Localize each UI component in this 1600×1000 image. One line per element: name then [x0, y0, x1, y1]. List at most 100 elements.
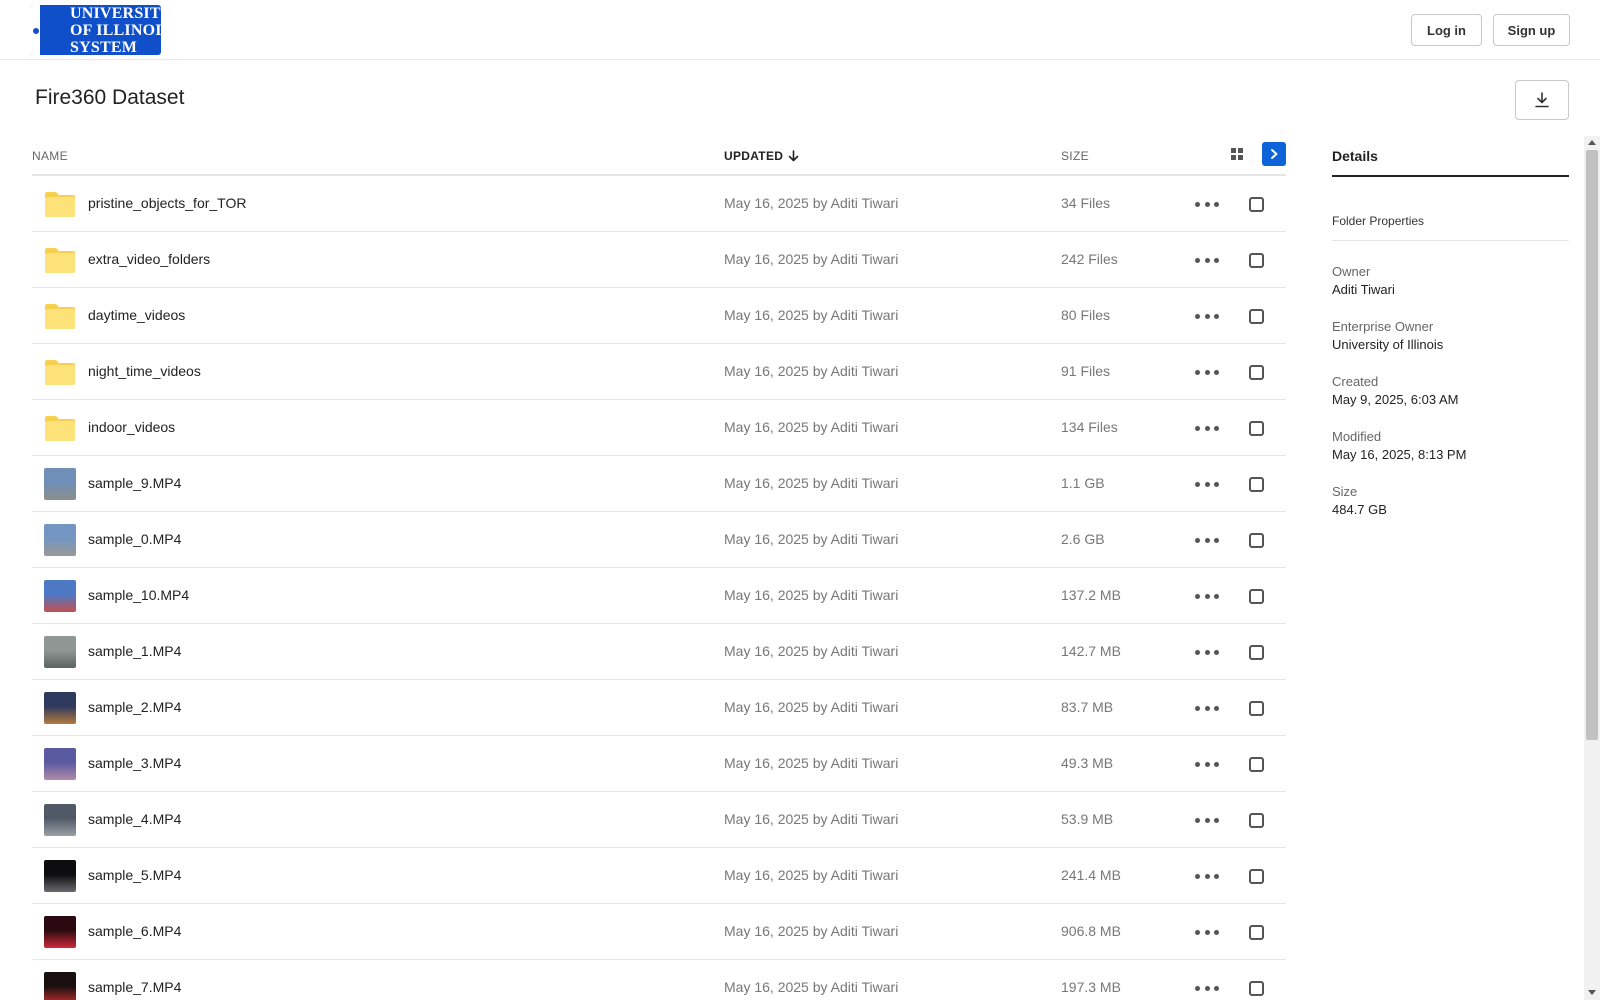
column-header-name[interactable]: NAME [32, 149, 68, 163]
table-row[interactable]: indoor_videos May 16, 2025 by Aditi Tiwa… [32, 400, 1286, 456]
more-options-icon[interactable] [1195, 196, 1219, 212]
details-panel-toggle[interactable] [1262, 142, 1286, 166]
more-options-icon[interactable] [1195, 868, 1219, 884]
item-name[interactable]: sample_5.MP4 [88, 867, 181, 883]
select-checkbox[interactable] [1249, 981, 1264, 996]
item-name[interactable]: sample_4.MP4 [88, 811, 181, 827]
select-checkbox[interactable] [1249, 365, 1264, 380]
folder-icon [45, 360, 75, 385]
folder-icon [45, 192, 75, 217]
property-value: University of Illinois [1332, 337, 1444, 352]
table-row[interactable]: sample_9.MP4 May 16, 2025 by Aditi Tiwar… [32, 456, 1286, 512]
table-row[interactable]: night_time_videos May 16, 2025 by Aditi … [32, 344, 1286, 400]
item-name[interactable]: sample_7.MP4 [88, 979, 181, 995]
item-updated: May 16, 2025 by Aditi Tiwari [724, 251, 899, 267]
item-updated: May 16, 2025 by Aditi Tiwari [724, 475, 899, 491]
item-name[interactable]: extra_video_folders [88, 251, 210, 267]
more-options-icon[interactable] [1195, 476, 1219, 492]
video-thumbnail [44, 748, 76, 780]
item-updated: May 16, 2025 by Aditi Tiwari [724, 923, 899, 939]
table-row[interactable]: sample_3.MP4 May 16, 2025 by Aditi Tiwar… [32, 736, 1286, 792]
more-options-icon[interactable] [1195, 532, 1219, 548]
table-row[interactable]: pristine_objects_for_TOR May 16, 2025 by… [32, 176, 1286, 232]
download-button[interactable] [1515, 80, 1569, 120]
login-button[interactable]: Log in [1411, 14, 1482, 46]
more-options-icon[interactable] [1195, 644, 1219, 660]
item-name[interactable]: pristine_objects_for_TOR [88, 195, 246, 211]
item-updated: May 16, 2025 by Aditi Tiwari [724, 979, 899, 995]
table-row[interactable]: sample_0.MP4 May 16, 2025 by Aditi Tiwar… [32, 512, 1286, 568]
more-options-icon[interactable] [1195, 308, 1219, 324]
more-options-icon[interactable] [1195, 756, 1219, 772]
item-name[interactable]: sample_1.MP4 [88, 643, 181, 659]
table-row[interactable]: sample_4.MP4 May 16, 2025 by Aditi Tiwar… [32, 792, 1286, 848]
more-options-icon[interactable] [1195, 924, 1219, 940]
item-name[interactable]: sample_10.MP4 [88, 587, 189, 603]
chevron-right-icon [1271, 149, 1278, 159]
university-logo[interactable]: UNIVERSITY OF ILLINOIS SYSTEM [30, 5, 161, 55]
item-size: 91 Files [1061, 363, 1111, 379]
select-checkbox[interactable] [1249, 869, 1264, 884]
select-checkbox[interactable] [1249, 925, 1264, 940]
grid-view-button[interactable] [1230, 147, 1246, 163]
select-checkbox[interactable] [1249, 813, 1264, 828]
more-options-icon[interactable] [1195, 364, 1219, 380]
select-checkbox[interactable] [1249, 309, 1264, 324]
item-name[interactable]: sample_2.MP4 [88, 699, 181, 715]
tab-details[interactable]: Details [1332, 136, 1569, 177]
table-row[interactable]: sample_10.MP4 May 16, 2025 by Aditi Tiwa… [32, 568, 1286, 624]
select-checkbox[interactable] [1249, 197, 1264, 212]
property-label: Size [1332, 484, 1358, 499]
item-size: 2.6 GB [1061, 531, 1105, 547]
select-checkbox[interactable] [1249, 421, 1264, 436]
column-header-updated[interactable]: UPDATED [724, 149, 799, 163]
item-name[interactable]: indoor_videos [88, 419, 175, 435]
item-name[interactable]: sample_3.MP4 [88, 755, 181, 771]
property-item: Enterprise Owner University of Illinois [1332, 318, 1569, 354]
more-options-icon[interactable] [1195, 812, 1219, 828]
signup-button[interactable]: Sign up [1493, 14, 1570, 46]
item-updated: May 16, 2025 by Aditi Tiwari [724, 195, 899, 211]
select-checkbox[interactable] [1249, 589, 1264, 604]
item-size: 241.4 MB [1061, 867, 1121, 883]
property-value: 484.7 GB [1332, 502, 1387, 517]
select-checkbox[interactable] [1249, 253, 1264, 268]
item-size: 49.3 MB [1061, 755, 1114, 771]
select-checkbox[interactable] [1249, 757, 1264, 772]
property-label: Enterprise Owner [1332, 319, 1434, 334]
more-options-icon[interactable] [1195, 420, 1219, 436]
table-row[interactable]: sample_7.MP4 May 16, 2025 by Aditi Tiwar… [32, 960, 1286, 1000]
table-row[interactable]: sample_2.MP4 May 16, 2025 by Aditi Tiwar… [32, 680, 1286, 736]
table-row[interactable]: daytime_videos May 16, 2025 by Aditi Tiw… [32, 288, 1286, 344]
column-header-size[interactable]: SIZE [1061, 149, 1089, 163]
download-icon [1535, 92, 1549, 108]
select-checkbox[interactable] [1249, 477, 1264, 492]
select-checkbox[interactable] [1249, 533, 1264, 548]
more-options-icon[interactable] [1195, 588, 1219, 604]
more-options-icon[interactable] [1195, 700, 1219, 716]
scroll-down-arrow[interactable] [1588, 990, 1596, 995]
properties-list: Owner Aditi Tiwari Enterprise Owner Unive… [1332, 263, 1569, 519]
column-header-updated-label: UPDATED [724, 149, 784, 163]
folder-properties-heading: Folder Properties [1332, 214, 1569, 241]
item-name[interactable]: sample_0.MP4 [88, 531, 181, 547]
select-checkbox[interactable] [1249, 645, 1264, 660]
more-options-icon[interactable] [1195, 252, 1219, 268]
table-row[interactable]: extra_video_folders May 16, 2025 by Adit… [32, 232, 1286, 288]
item-size: 134 Files [1061, 419, 1118, 435]
more-options-icon[interactable] [1195, 980, 1219, 996]
table-row[interactable]: sample_6.MP4 May 16, 2025 by Aditi Tiwar… [32, 904, 1286, 960]
table-row[interactable]: sample_1.MP4 May 16, 2025 by Aditi Tiwar… [32, 624, 1286, 680]
scroll-up-arrow[interactable] [1588, 140, 1596, 145]
table-row[interactable]: sample_5.MP4 May 16, 2025 by Aditi Tiwar… [32, 848, 1286, 904]
item-name[interactable]: sample_6.MP4 [88, 923, 181, 939]
video-thumbnail [44, 972, 76, 1000]
select-checkbox[interactable] [1249, 701, 1264, 716]
item-size: 137.2 MB [1061, 587, 1121, 603]
scrollbar-thumb[interactable] [1586, 150, 1598, 740]
item-name[interactable]: sample_9.MP4 [88, 475, 181, 491]
list-header: NAME UPDATED SIZE [32, 136, 1286, 176]
item-name[interactable]: daytime_videos [88, 307, 185, 323]
item-updated: May 16, 2025 by Aditi Tiwari [724, 587, 899, 603]
item-name[interactable]: night_time_videos [88, 363, 201, 379]
